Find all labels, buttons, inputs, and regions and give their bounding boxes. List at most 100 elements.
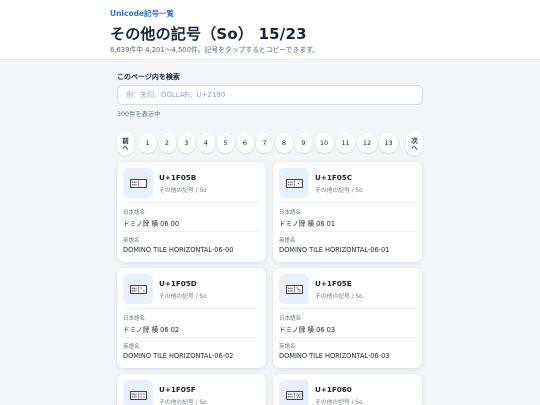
symbol-code: U+1F060	[315, 385, 352, 394]
page-button[interactable]: 11	[336, 133, 355, 153]
page-button[interactable]: 6	[236, 133, 254, 153]
domino-pip	[289, 183, 291, 185]
page-button[interactable]: 12	[357, 133, 377, 153]
domino-pip	[133, 393, 135, 395]
domino-pip	[131, 287, 133, 289]
domino-pip	[287, 393, 289, 395]
page-button[interactable]: 4	[197, 133, 215, 153]
domino-pip	[140, 286, 142, 289]
page-button[interactable]: 1	[400, 133, 403, 153]
en-name-value: DOMINO TILE HORIZONTAL-06-00	[123, 246, 234, 254]
pagination: 前 へ 1 2 3 4 5 6 7 8 9 10 11 12 13 1 次 へ	[117, 131, 423, 155]
domino-pip	[289, 287, 291, 289]
en-name-label: 英語名	[123, 238, 140, 244]
breadcrumb-link[interactable]: Unicode記号一覧	[110, 8, 540, 19]
en-name-label: 英語名	[279, 238, 296, 244]
symbol-category: その他の記号 / So	[159, 294, 207, 300]
domino-pip	[142, 392, 144, 395]
domino-pip	[290, 393, 293, 395]
symbol-category: その他の記号 / So	[315, 294, 363, 300]
page-button[interactable]: 13	[379, 133, 398, 153]
domino-icon	[279, 274, 309, 304]
domino-pip	[290, 289, 293, 291]
symbol-card[interactable]: U+1F05C その他の記号 / So 日本語名 ドミノ牌 横 06 01 英語…	[273, 162, 422, 262]
domino-pip	[298, 289, 300, 292]
symbol-category: その他の記号 / So	[315, 400, 363, 405]
en-name-label: 英語名	[123, 344, 140, 350]
jp-name-value: ドミノ牌 横 06 01	[279, 220, 336, 228]
en-name-value: DOMINO TILE HORIZONTAL-06-01	[279, 246, 390, 254]
symbol-card[interactable]: U+1F05D その他の記号 / So 日本語名 ドミノ牌 横 06 02 英語…	[117, 268, 266, 368]
domino-pip	[131, 393, 133, 395]
next-arrow: へ	[411, 144, 418, 152]
page-button[interactable]: 8	[275, 133, 293, 153]
domino-pip	[287, 287, 289, 289]
jp-name-label: 日本語名	[279, 316, 302, 322]
domino-pip	[298, 395, 300, 398]
domino-pip	[297, 394, 299, 396]
domino-pip	[131, 181, 133, 183]
domino-pip	[131, 289, 133, 291]
prev-label: 前	[122, 136, 129, 145]
symbol-code: U+1F05D	[159, 279, 197, 288]
divider	[279, 231, 416, 232]
symbol-card[interactable]: U+1F05E その他の記号 / So 日本語名 ドミノ牌 横 06 03 英語…	[273, 268, 422, 368]
symbol-code: U+1F05E	[315, 279, 352, 288]
domino-pip	[296, 395, 298, 398]
domino-pip	[133, 395, 135, 397]
domino-pip	[133, 183, 135, 185]
jp-name-value: ドミノ牌 横 06 02	[123, 326, 180, 334]
divider	[123, 202, 260, 203]
next-page-button[interactable]: 次 へ	[406, 131, 423, 155]
page-button[interactable]: 1	[139, 133, 156, 153]
domino-pip	[287, 395, 289, 397]
domino-pip	[134, 287, 137, 289]
jp-name-label: 日本語名	[123, 210, 146, 216]
domino-pip	[134, 393, 137, 395]
domino-icon	[279, 168, 309, 198]
domino-pip	[134, 289, 137, 291]
domino-pip	[290, 183, 293, 185]
domino-pip	[289, 181, 291, 183]
divider	[279, 202, 416, 203]
divider	[123, 308, 260, 309]
symbol-code: U+1F05C	[315, 173, 353, 182]
search-input[interactable]	[117, 85, 423, 105]
divider	[279, 337, 416, 338]
result-count: 300件を表示中	[117, 111, 161, 118]
page-number-strip: 1 2 3 4 5 6 7 8 9 10 11 12 13 1	[139, 131, 403, 155]
domino-pip	[296, 286, 298, 289]
page-button[interactable]: 7	[256, 133, 273, 153]
divider	[123, 231, 260, 232]
page-button[interactable]: 10	[314, 133, 334, 153]
domino-pip	[290, 395, 293, 397]
prev-page-button[interactable]: 前 へ	[117, 131, 134, 155]
symbol-card[interactable]: U+1F05F その他の記号 / So	[117, 374, 266, 405]
domino-pip	[289, 395, 291, 397]
domino-pip	[142, 289, 144, 292]
page-header: Unicode記号一覧 その他の記号（So） 15/23 6,639件中 4,2…	[0, 0, 540, 60]
next-label: 次	[411, 136, 418, 145]
page-button[interactable]: 3	[178, 133, 195, 153]
page-subtitle: 6,639件中 4,201〜4,500件。記号をタップするとコピーできます。	[110, 46, 319, 54]
domino-pip	[133, 289, 135, 291]
symbol-card[interactable]: U+1F060 その他の記号 / So	[273, 374, 422, 405]
domino-pip	[297, 182, 299, 184]
symbol-category: その他の記号 / So	[159, 400, 207, 405]
domino-pip	[287, 289, 289, 291]
en-name-value: DOMINO TILE HORIZONTAL-06-03	[279, 352, 390, 360]
domino-pip	[297, 288, 299, 290]
domino-pip	[296, 392, 298, 395]
domino-pip	[131, 395, 133, 397]
domino-pip	[140, 392, 142, 395]
search-label: このページ内を検索	[117, 73, 180, 81]
domino-pip	[290, 181, 293, 183]
domino-pip	[298, 392, 300, 395]
domino-pip	[290, 287, 293, 289]
symbol-card[interactable]: U+1F05B その他の記号 / So 日本語名 ドミノ牌 横 06 00 英語…	[117, 162, 266, 262]
domino-pip	[142, 395, 144, 398]
page-button[interactable]: 9	[295, 133, 312, 153]
page-button[interactable]: 5	[217, 133, 234, 153]
page-button[interactable]: 2	[158, 133, 176, 153]
jp-name-value: ドミノ牌 横 06 00	[123, 220, 180, 228]
